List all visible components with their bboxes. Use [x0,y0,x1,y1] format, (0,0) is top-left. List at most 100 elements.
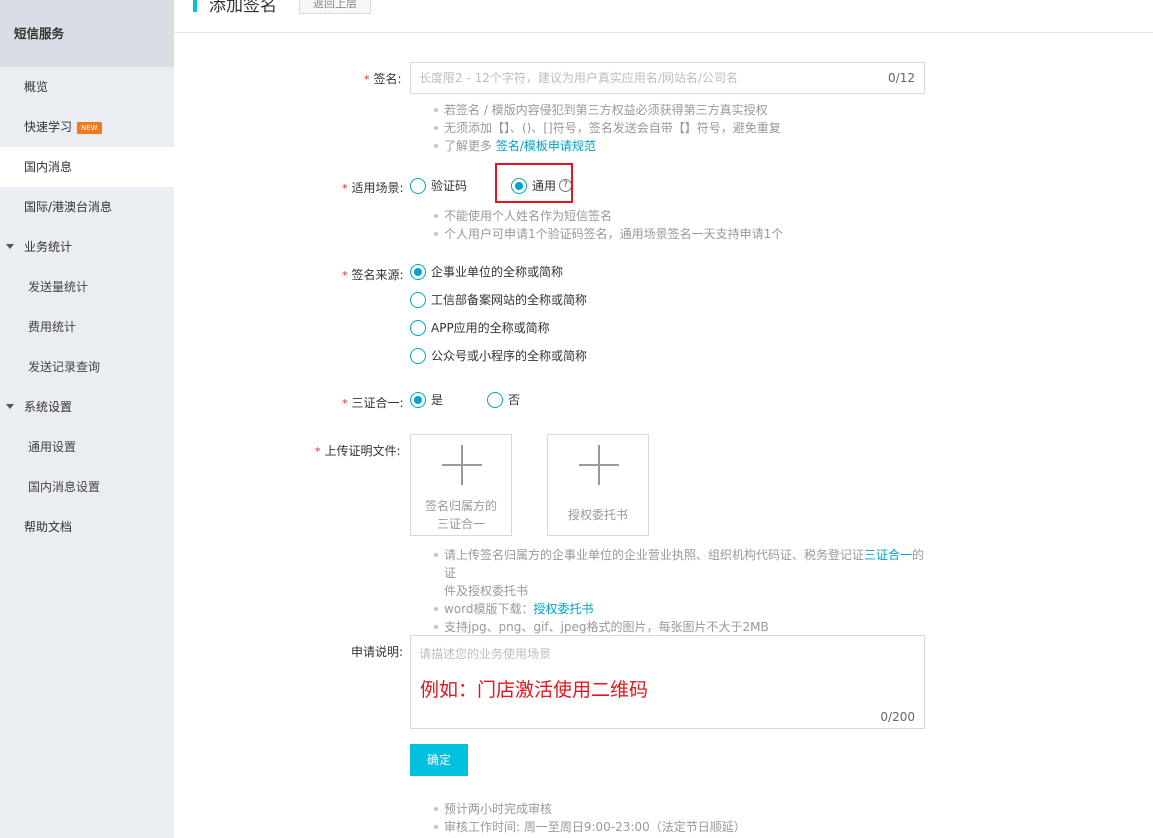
radio-circle[interactable] [410,291,426,308]
hint-item: 无须添加【】、()、[]符号，签名发送会自带【】符号，避免重复 [430,119,781,137]
upload-label: * 上传证明文件: [315,442,401,459]
sidebar-item-send-volume-stats[interactable]: 发送量统计 [0,267,174,307]
sidebar-item-label: 系统设置 [24,400,73,414]
hint-text: 件及授权委托书 [444,584,529,598]
description-label: 申请说明: [351,645,404,659]
sidebar-item-general-settings[interactable]: 通用设置 [0,427,174,467]
upload-hints: 请上传签名归属方的企事业单位的企业营业执照、组织机构代码证、税务登记证三证合一的… [430,546,930,636]
plus-icon [442,445,482,485]
radio-circle[interactable] [410,177,426,194]
upload-label-line2: 三证合一 [436,517,485,531]
upload-authorization-letter[interactable]: 授权委托书 [547,434,649,536]
radio-circle[interactable] [410,347,426,364]
upload-label-text: 上传证明文件: [324,444,401,458]
radio-label: 公众号或小程序的全称或简称 [431,349,588,363]
three-in-one-link[interactable]: 三证合一 [864,548,912,562]
scenario-label-text: 适用场景: [351,181,404,195]
example-annotation: 例如：门店激活使用二维码 [420,679,649,701]
sidebar-item-label: 国际/港澳台消息 [24,200,113,214]
sidebar-item-label: 业务统计 [24,240,73,254]
radio-circle[interactable] [410,263,426,280]
required-mark: * [364,73,370,86]
three-in-one-label: * 三证合一: [342,394,404,411]
required-mark: * [315,445,321,458]
required-mark: * [342,397,348,410]
description-textarea[interactable] [411,636,916,666]
radio-circle[interactable] [487,391,503,408]
sidebar-item-domestic-message-settings[interactable]: 国内消息设置 [0,467,174,507]
caret-down-icon [6,244,14,249]
radio-label: 工信部备案网站的全称或简称 [431,293,588,307]
page-header: 添加签名 返回上层 [174,0,1153,33]
title-accent-bar [193,0,197,12]
radio-circle[interactable] [410,391,426,408]
highlight-annotation-box [495,163,573,203]
sidebar-item-label: 费用统计 [28,320,77,334]
three-in-one-radio-yes[interactable]: 是 [410,391,443,408]
hint-item: 若签名 / 模版内容侵犯到第三方权益必须获得第三方真实授权 [430,101,781,119]
sidebar-group-business-stats[interactable]: 业务统计 [0,227,174,267]
source-radio-enterprise[interactable]: 企事业单位的全称或简称 [410,263,563,280]
sidebar-item-label: 国内消息 [24,160,73,174]
three-in-one-radio-no[interactable]: 否 [487,391,520,408]
description-char-counter: 0/200 [880,710,915,724]
radio-label: APP应用的全称或简称 [431,321,550,335]
upload-three-in-one[interactable]: 签名归属方的 三证合一 [410,434,512,536]
radio-label: 是 [431,393,444,407]
required-mark: * [342,269,348,282]
hint-item-more: 了解更多 签名/模板申请规范 [430,137,781,155]
source-radio-official-account[interactable]: 公众号或小程序的全称或简称 [410,347,587,364]
source-label-text: 签名来源: [351,268,404,282]
hint-item: 预计两小时完成审核 [430,800,746,818]
three-in-one-label-text: 三证合一: [351,396,404,410]
signature-char-counter: 0/12 [888,71,915,85]
page-title: 添加签名 [209,0,277,16]
description-textarea-box[interactable]: 例如：门店激活使用二维码 0/200 [410,635,925,729]
signature-rules-link[interactable]: 签名/模板申请规范 [496,139,596,153]
review-hints: 预计两小时完成审核 审核工作时间: 周一至周日9:00-23:00（法定节日顺延… [430,800,746,836]
hint-item: 请上传签名归属方的企事业单位的企业营业执照、组织机构代码证、税务登记证三证合一的… [430,546,930,600]
sidebar-group-system-settings[interactable]: 系统设置 [0,387,174,427]
source-radio-website[interactable]: 工信部备案网站的全称或简称 [410,291,587,308]
signature-label: * 签名: [364,70,402,87]
signature-input[interactable] [411,63,871,93]
hint-item: word模版下载：授权委托书 [430,600,930,618]
sidebar-item-international-messages[interactable]: 国际/港澳台消息 [0,187,174,227]
sidebar-item-label: 发送记录查询 [28,360,101,374]
confirm-button[interactable]: 确定 [410,744,468,776]
sidebar-item-send-record-query[interactable]: 发送记录查询 [0,347,174,387]
scenario-radio-verification[interactable]: 验证码 [410,177,467,194]
hint-text: word模版下载： [444,602,534,616]
upload-label-line1: 授权委托书 [567,508,628,522]
sidebar-item-label: 帮助文档 [24,520,73,534]
sidebar-item-overview[interactable]: 概览 [0,67,174,107]
main-content: 添加签名 返回上层 *签名: 0/12 若签名 / 模版内容侵犯到第三方权益必须… [174,0,1153,838]
sidebar-title: 短信服务 [0,0,174,67]
hint-more-prefix: 了解更多 [444,139,496,153]
upload-label-line1: 签名归属方的 [424,499,497,513]
sidebar-item-domestic-messages[interactable]: 国内消息 [0,147,174,187]
sidebar: 短信服务 概览 快速学习 NEW 国内消息 国际/港澳台消息 业务统计 发送量统计… [0,0,174,838]
sidebar-item-label: 概览 [24,80,49,94]
source-radio-app[interactable]: APP应用的全称或简称 [410,319,550,336]
new-badge: NEW [77,122,102,134]
sidebar-item-cost-stats[interactable]: 费用统计 [0,307,174,347]
sidebar-item-help-docs[interactable]: 帮助文档 [0,507,174,547]
scenario-hints: 不能使用个人姓名作为短信签名 个人用户可申请1个验证码签名，通用场景签名一天支持… [430,207,783,243]
caret-down-icon [6,404,14,409]
sidebar-item-label: 国内消息设置 [28,480,101,494]
source-label: * 签名来源: [342,266,404,283]
authorization-template-link[interactable]: 授权委托书 [534,602,594,616]
radio-label: 否 [508,393,521,407]
back-button[interactable]: 返回上层 [299,0,371,14]
hint-item: 个人用户可申请1个验证码签名，通用场景签名一天支持申请1个 [430,225,783,243]
sidebar-item-quick-learn[interactable]: 快速学习 NEW [0,107,174,147]
radio-circle[interactable] [410,319,426,336]
scenario-label: * 适用场景: [342,179,404,196]
radio-label: 验证码 [431,179,468,193]
hint-item: 审核工作时间: 周一至周日9:00-23:00（法定节日顺延） [430,818,746,836]
required-mark: * [342,182,348,195]
plus-icon [579,445,619,485]
signature-input-box[interactable]: 0/12 [410,62,925,94]
hint-item: 支持jpg、png、gif、jpeg格式的图片，每张图片不大于2MB [430,618,930,636]
